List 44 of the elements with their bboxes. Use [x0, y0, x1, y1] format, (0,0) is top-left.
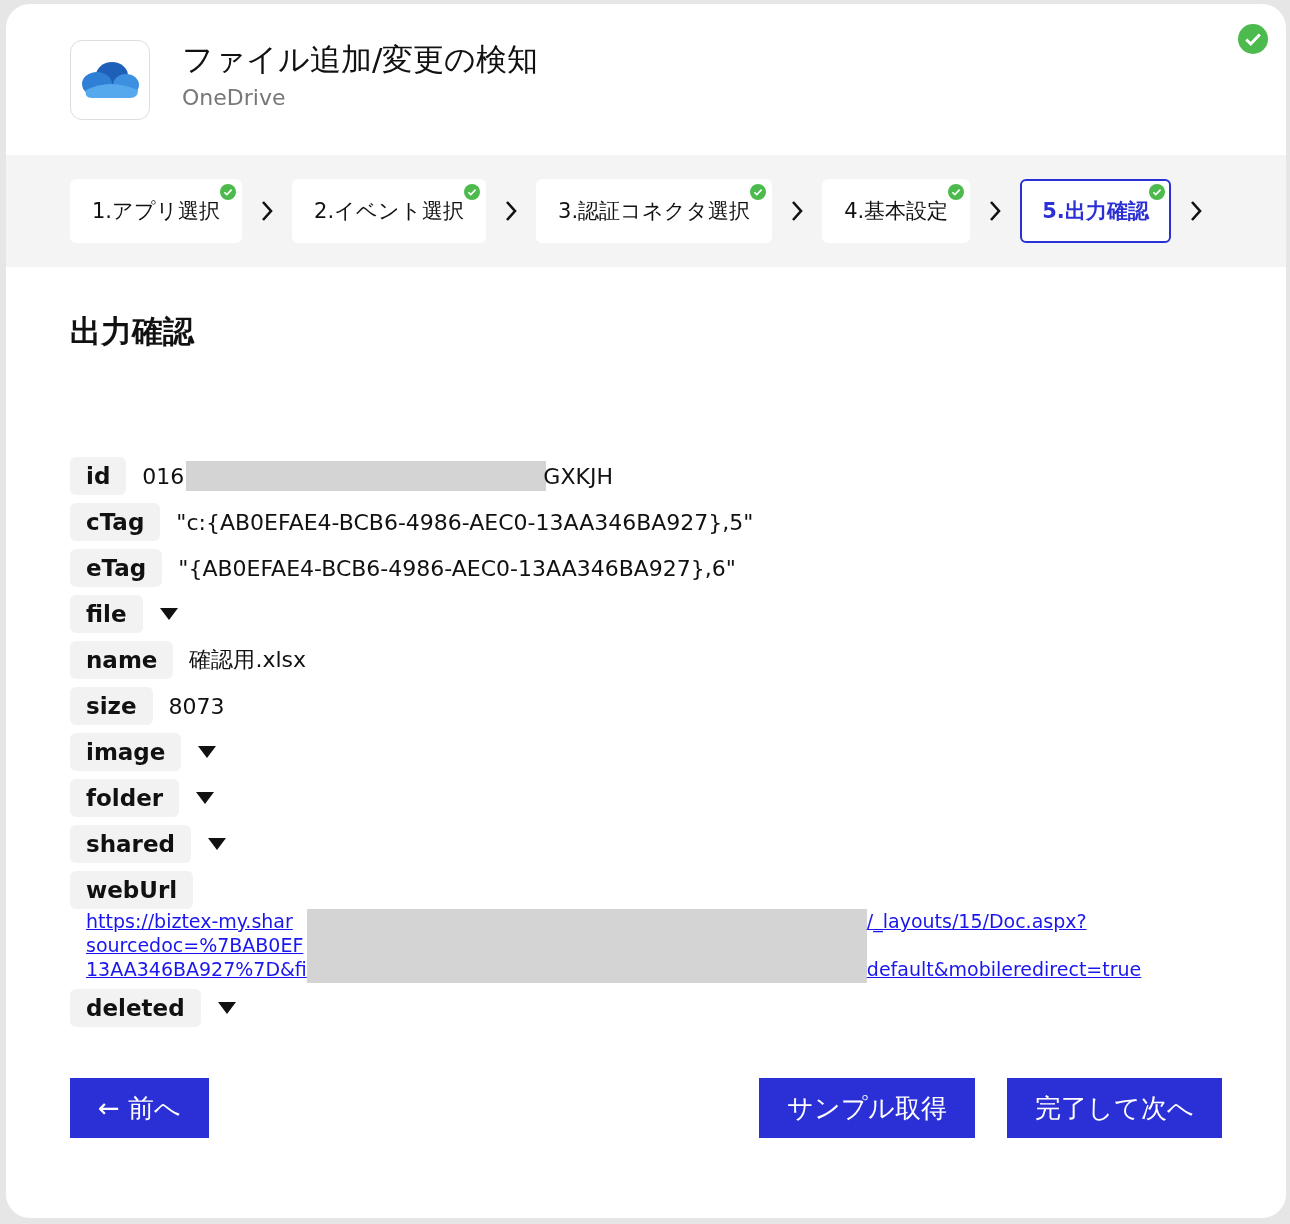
field-value: 016 [142, 463, 185, 489]
chevron-icon [504, 200, 519, 222]
field-value: 8073 [168, 693, 225, 719]
field-value: "{AB0EFAE4-BCB6-4986-AEC0-13AA346BA927},6" [178, 555, 736, 581]
trigger-title: ファイル追加/変更の検知 [182, 40, 539, 79]
chevron-icon [988, 200, 1003, 222]
caret-icon[interactable] [197, 745, 218, 759]
field-key: folder [70, 779, 180, 817]
field-key: webUrl [70, 871, 194, 909]
field-value: GXKJH [543, 463, 613, 489]
field-value: "c:{AB0EFAE4-BCB6-4986-AEC0-13AA346BA927},5" [176, 509, 754, 535]
field-key: size [70, 687, 153, 725]
caret-icon[interactable] [158, 607, 179, 621]
caret-icon[interactable] [216, 1001, 237, 1015]
field-key: file [70, 595, 143, 633]
section-title: 出力確認 [70, 312, 196, 351]
cloud-icon [80, 59, 140, 100]
field-key: cTag [70, 503, 161, 541]
step-tab[interactable]: 5.出力確認 [1020, 179, 1171, 243]
chevron-icon [260, 200, 275, 222]
step-tab[interactable]: 2.イベント選択 [292, 179, 487, 243]
chevron-icon [1188, 200, 1203, 222]
field-value: 確認用.xlsx [189, 646, 307, 674]
url-link[interactable]: https://biztex-my.shar [86, 909, 307, 933]
url-link[interactable]: sourcedoc=%7BAB0EF [86, 933, 307, 957]
caret-icon[interactable] [207, 837, 227, 851]
url-link[interactable]: default&mobileredirect=true [866, 957, 1142, 981]
field-key: image [70, 733, 182, 771]
step-tab[interactable]: 3.認証コネクタ選択 [536, 179, 773, 243]
url-link[interactable]: /_layouts/15/Doc.aspx? [866, 909, 1142, 933]
step-tab[interactable]: 4.基本設定 [822, 179, 971, 243]
step-tab[interactable]: 1.アプリ選択 [70, 179, 243, 243]
field-key: name [70, 641, 174, 679]
field-key: id [70, 457, 127, 495]
caret-icon[interactable] [195, 791, 216, 805]
field-key: eTag [70, 549, 163, 587]
sample-button[interactable]: サンプル取得 [759, 1078, 975, 1138]
back-button[interactable]: ← 前へ [70, 1078, 210, 1138]
url-link[interactable]: 13AA346BA927%7D&fi [86, 957, 307, 981]
field-key: deleted [70, 989, 201, 1027]
chevron-icon [790, 200, 805, 222]
field-key: shared [70, 825, 191, 863]
next-button[interactable]: 完了して次へ [1007, 1078, 1222, 1138]
app-name: OneDrive [182, 85, 287, 110]
